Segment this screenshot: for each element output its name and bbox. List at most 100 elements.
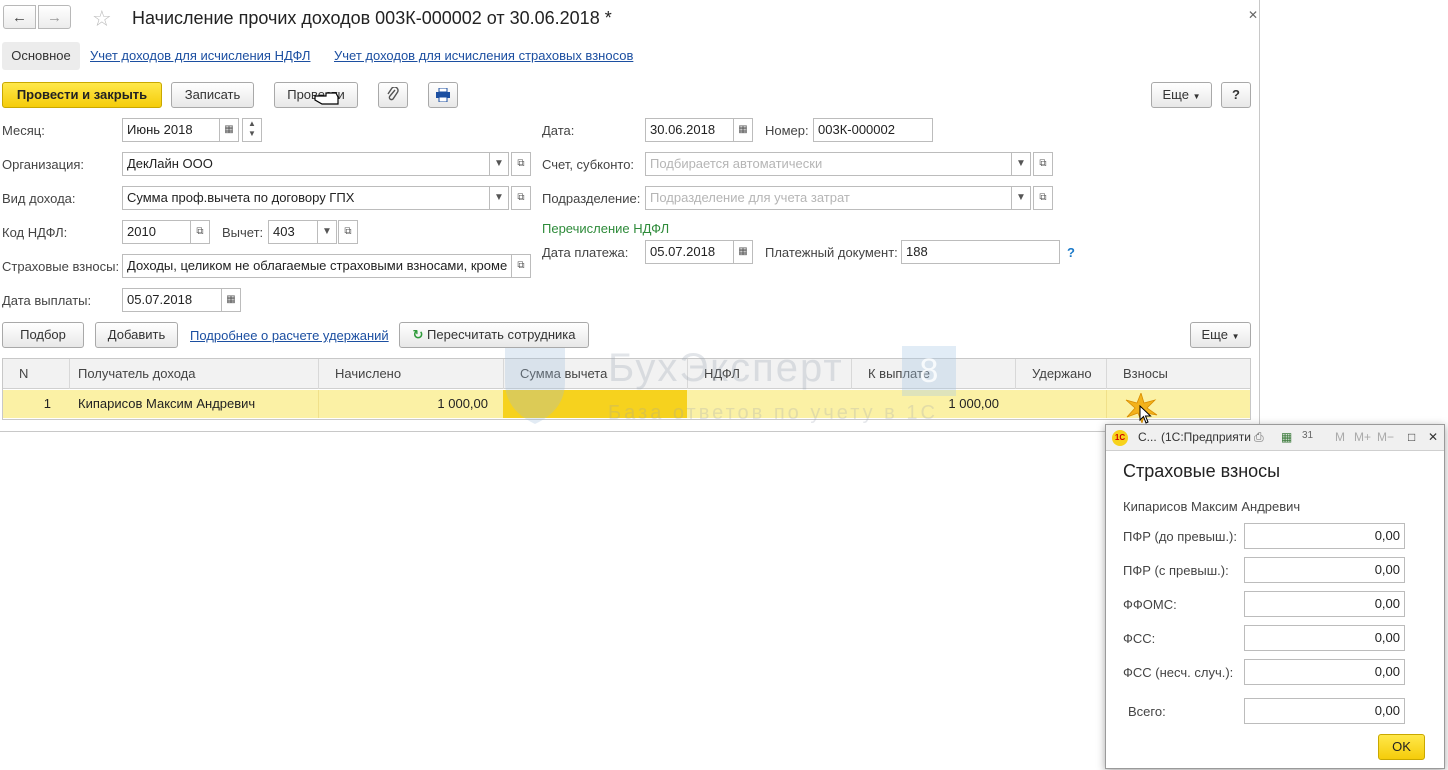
print-button[interactable] bbox=[428, 82, 458, 108]
more-button[interactable]: Еще ▼ bbox=[1151, 82, 1212, 108]
cell-payout[interactable]: 1 000,00 bbox=[851, 390, 999, 418]
add-button[interactable]: Добавить bbox=[95, 322, 178, 348]
cell-ndfl[interactable] bbox=[687, 390, 851, 418]
table-more-label: Еще bbox=[1201, 327, 1228, 342]
deduction-open-button[interactable]: ⧉ bbox=[338, 220, 358, 244]
paperclip-icon bbox=[387, 86, 399, 101]
calendar-button[interactable]: ▦ bbox=[219, 118, 239, 142]
back-button[interactable]: ← bbox=[3, 5, 36, 29]
account-field[interactable]: Подбирается автоматически bbox=[645, 152, 1012, 176]
cell-withheld[interactable] bbox=[1015, 390, 1106, 418]
account-open-button[interactable]: ⧉ bbox=[1033, 152, 1053, 176]
deduction-field[interactable]: 403 bbox=[268, 220, 318, 244]
memory-m-icon[interactable]: M bbox=[1335, 430, 1345, 444]
table-more-button[interactable]: Еще ▼ bbox=[1190, 322, 1251, 348]
spin-arrows-icon: ▲ ▼ bbox=[248, 119, 256, 138]
date-calendar-button[interactable]: ▦ bbox=[733, 118, 753, 142]
table-header: N Получатель дохода Начислено Сумма выче… bbox=[3, 359, 1250, 389]
account-label: Счет, субконто: bbox=[542, 157, 635, 172]
fss-accident-field[interactable]: 0,00 bbox=[1244, 659, 1405, 685]
ok-button[interactable]: OK bbox=[1378, 734, 1425, 760]
pay-date-calendar-button[interactable]: ▦ bbox=[221, 288, 241, 312]
division-dropdown[interactable]: ▼ bbox=[1011, 186, 1031, 210]
calendar-icon[interactable]: 31 bbox=[1302, 430, 1313, 441]
arrow-left-icon: ← bbox=[12, 8, 27, 26]
pfr-base-field[interactable]: 0,00 bbox=[1244, 523, 1405, 549]
mouse-cursor-icon bbox=[1139, 405, 1152, 424]
division-open-button[interactable]: ⧉ bbox=[1033, 186, 1053, 210]
organization-field[interactable]: ДекЛайн ООО bbox=[122, 152, 491, 176]
tab-insurance-income[interactable]: Учет доходов для исчисления страховых вз… bbox=[334, 48, 633, 63]
column-header-n[interactable]: N bbox=[3, 359, 69, 389]
close-icon[interactable]: ✕ bbox=[1428, 430, 1438, 444]
number-field[interactable]: 003К-000002 bbox=[813, 118, 933, 142]
table-row[interactable]: 1 Кипарисов Максим Андревич 1 000,00 1 0… bbox=[3, 390, 1250, 418]
column-header-recipient[interactable]: Получатель дохода bbox=[69, 359, 318, 389]
total-field[interactable]: 0,00 bbox=[1244, 698, 1405, 724]
fss-field[interactable]: 0,00 bbox=[1244, 625, 1405, 651]
memory-plus-icon[interactable]: M+ bbox=[1354, 430, 1371, 444]
account-dropdown[interactable]: ▼ bbox=[1011, 152, 1031, 176]
recalculate-button[interactable]: ↻ Пересчитать сотрудника bbox=[399, 322, 589, 348]
month-field[interactable]: Июнь 2018 bbox=[122, 118, 220, 142]
forward-button[interactable]: → bbox=[38, 5, 71, 29]
document-window: ← → ☆ Начисление прочих доходов 003К-000… bbox=[0, 0, 1260, 432]
date-label: Дата: bbox=[542, 123, 575, 138]
date-field[interactable]: 30.06.2018 bbox=[645, 118, 734, 142]
income-type-field[interactable]: Сумма проф.вычета по договору ГПХ bbox=[122, 186, 491, 210]
column-header-contributions[interactable]: Взносы bbox=[1106, 359, 1250, 389]
pick-button[interactable]: Подбор bbox=[2, 322, 84, 348]
column-header-deduction[interactable]: Сумма вычета bbox=[503, 359, 687, 389]
ndfl-code-open-button[interactable]: ⧉ bbox=[190, 220, 210, 244]
hand-cursor-icon bbox=[314, 92, 339, 105]
tab-main[interactable]: Основное bbox=[2, 42, 80, 70]
memory-minus-icon[interactable]: M− bbox=[1377, 430, 1394, 444]
cell-n[interactable]: 1 bbox=[3, 390, 51, 418]
help-link[interactable]: ? bbox=[1067, 245, 1075, 260]
cell-accrued[interactable]: 1 000,00 bbox=[318, 390, 488, 418]
pfr-base-label: ПФР (до превыш.): bbox=[1123, 529, 1237, 544]
column-header-ndfl[interactable]: НДФЛ bbox=[687, 359, 851, 389]
chevron-down-icon: ▼ bbox=[1016, 158, 1026, 169]
post-and-close-button[interactable]: Провести и закрыть bbox=[2, 82, 162, 108]
maximize-icon[interactable]: □ bbox=[1408, 430, 1415, 444]
division-field[interactable]: Подразделение для учета затрат bbox=[645, 186, 1012, 210]
column-header-payout[interactable]: К выплате bbox=[851, 359, 1015, 389]
deduction-dropdown[interactable]: ▼ bbox=[317, 220, 337, 244]
column-header-accrued[interactable]: Начислено bbox=[318, 359, 503, 389]
print-icon[interactable]: ⎙ bbox=[1254, 430, 1264, 445]
payment-date-calendar-button[interactable]: ▦ bbox=[733, 240, 753, 264]
insurance-open-button[interactable]: ⧉ bbox=[511, 254, 531, 278]
help-button[interactable]: ? bbox=[1221, 82, 1251, 108]
chevron-down-icon: ▼ bbox=[494, 192, 504, 203]
column-header-withheld[interactable]: Удержано bbox=[1015, 359, 1106, 389]
save-button[interactable]: Записать bbox=[171, 82, 254, 108]
pay-date-field[interactable]: 05.07.2018 bbox=[122, 288, 222, 312]
income-type-open-button[interactable]: ⧉ bbox=[511, 186, 531, 210]
ffoms-field[interactable]: 0,00 bbox=[1244, 591, 1405, 617]
close-icon[interactable]: ✕ bbox=[1248, 8, 1258, 22]
payment-doc-label: Платежный документ: bbox=[765, 245, 898, 260]
calculator-icon[interactable]: ▦ bbox=[1281, 430, 1292, 444]
deduction-label: Вычет: bbox=[222, 225, 264, 240]
cell-deduction[interactable] bbox=[503, 390, 687, 418]
details-link[interactable]: Подробнее о расчете удержаний bbox=[190, 328, 389, 343]
payment-date-field[interactable]: 05.07.2018 bbox=[645, 240, 734, 264]
open-link-icon: ⧉ bbox=[196, 226, 204, 237]
income-type-dropdown[interactable]: ▼ bbox=[489, 186, 509, 210]
cell-recipient[interactable]: Кипарисов Максим Андревич bbox=[78, 390, 318, 418]
pfr-excess-field[interactable]: 0,00 bbox=[1244, 557, 1405, 583]
organization-dropdown[interactable]: ▼ bbox=[489, 152, 509, 176]
chevron-down-icon: ▼ bbox=[494, 158, 504, 169]
insurance-field[interactable]: Доходы, целиком не облагаемые страховыми… bbox=[122, 254, 513, 278]
attach-button[interactable] bbox=[378, 82, 408, 108]
tab-ndfl-income[interactable]: Учет доходов для исчисления НДФЛ bbox=[90, 48, 310, 63]
month-stepper[interactable]: ▲ ▼ bbox=[242, 118, 262, 142]
ndfl-code-field[interactable]: 2010 bbox=[122, 220, 191, 244]
popup-heading: Страховые взносы bbox=[1123, 461, 1281, 481]
payment-doc-field[interactable]: 188 bbox=[901, 240, 1060, 264]
organization-open-button[interactable]: ⧉ bbox=[511, 152, 531, 176]
favorite-star-icon[interactable]: ☆ bbox=[92, 6, 112, 32]
more-label: Еще bbox=[1162, 87, 1189, 102]
payment-date-label: Дата платежа: bbox=[542, 245, 629, 260]
